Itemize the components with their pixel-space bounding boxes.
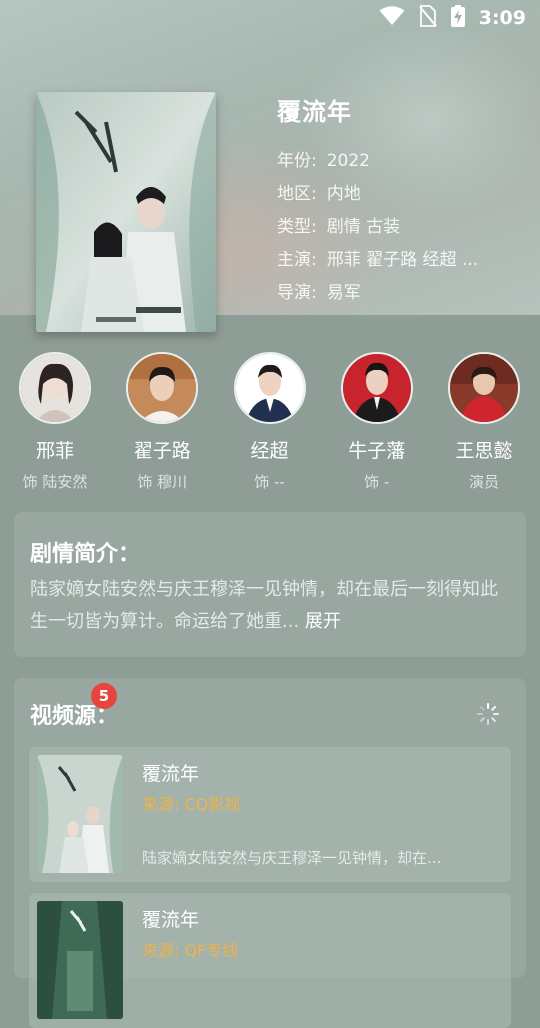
cast-item[interactable]: 翟子路 饰 穆川: [126, 352, 199, 492]
synopsis-title: 剧情简介：: [30, 542, 141, 567]
source-description: 陆家嫡女陆安然与庆王穆泽一见钟情，却在...: [142, 849, 442, 867]
source-item[interactable]: 覆流年 来源: CQ影视 陆家嫡女陆安然与庆王穆泽一见钟情，却在...: [29, 747, 511, 882]
avatar: [126, 352, 199, 424]
cast-role: 饰 穆川: [137, 473, 188, 491]
info-row-region: 地区: 内地: [277, 184, 361, 204]
battery-charging-icon: [450, 5, 465, 31]
info-row-year: 年份: 2022: [277, 151, 370, 171]
cast-name: 经超: [250, 440, 289, 462]
cast-role: 演员: [468, 473, 499, 491]
source-origin: 来源: QF专线: [142, 941, 239, 960]
avatar: [340, 352, 413, 424]
movie-info: 覆流年 年份: 2022 地区: 内地 类型: 剧情 古装 主演: 邢菲 翟子路 经超 …: [277, 92, 478, 310]
source-thumbnail: [37, 755, 123, 873]
source-thumbnail: [37, 901, 123, 1019]
synopsis-card: 剧情简介： 陆家嫡女陆安然与庆王穆泽一见钟情，却在最后一刻得知此生一切皆为算计。…: [14, 512, 526, 657]
info-row-cast: 主演: 邢菲 翟子路 经超 ...: [277, 250, 479, 270]
expand-button[interactable]: 展开: [305, 611, 341, 632]
source-title: 覆流年: [142, 763, 200, 785]
status-bar: 3:09: [0, 0, 540, 36]
cast-role: 饰 -: [364, 473, 390, 491]
source-title: 覆流年: [142, 909, 200, 931]
sources-count-badge: 5: [91, 683, 117, 709]
video-sources-card: 视频源： 5 覆流年 来源: CQ影视 陆家嫡女陆安然与庆王穆泽一见钟情，却在.…: [14, 678, 526, 1028]
no-sim-icon: [418, 5, 437, 31]
status-time: 3:09: [478, 7, 526, 29]
cast-role: 饰 陆安然: [22, 473, 88, 491]
cast-list: 邢菲 饰 陆安然 翟子路 饰 穆川 经超 饰 -- 牛子藩 饰 - 王思懿 演员: [0, 352, 540, 492]
cast-item[interactable]: 经超 饰 --: [233, 352, 306, 492]
avatar: [233, 352, 306, 424]
info-row-genre: 类型: 剧情 古装: [277, 217, 401, 237]
cast-item[interactable]: 王思懿 演员: [448, 352, 520, 492]
source-origin: 来源: CQ影视: [142, 795, 241, 814]
info-row-director: 导演: 易军: [277, 283, 361, 303]
movie-poster[interactable]: [36, 92, 216, 332]
source-item[interactable]: 覆流年 来源: QF专线: [29, 893, 511, 1028]
wifi-icon: [379, 6, 405, 30]
avatar: [448, 352, 520, 424]
cast-name: 邢菲: [35, 440, 74, 462]
avatar: [19, 352, 91, 424]
movie-title: 覆流年: [277, 98, 352, 126]
cast-item[interactable]: 牛子藩 饰 -: [340, 352, 413, 492]
synopsis-text: 陆家嫡女陆安然与庆王穆泽一见钟情，却在最后一刻得知此生一切皆为算计。命运给了她重…: [30, 579, 498, 632]
cast-name: 王思懿: [455, 440, 513, 462]
cast-item[interactable]: 邢菲 饰 陆安然: [19, 352, 91, 492]
cast-name: 翟子路: [133, 440, 191, 462]
loading-spinner-icon: [476, 702, 500, 726]
cast-name: 牛子藩: [348, 440, 406, 462]
cast-role: 饰 --: [254, 473, 285, 491]
